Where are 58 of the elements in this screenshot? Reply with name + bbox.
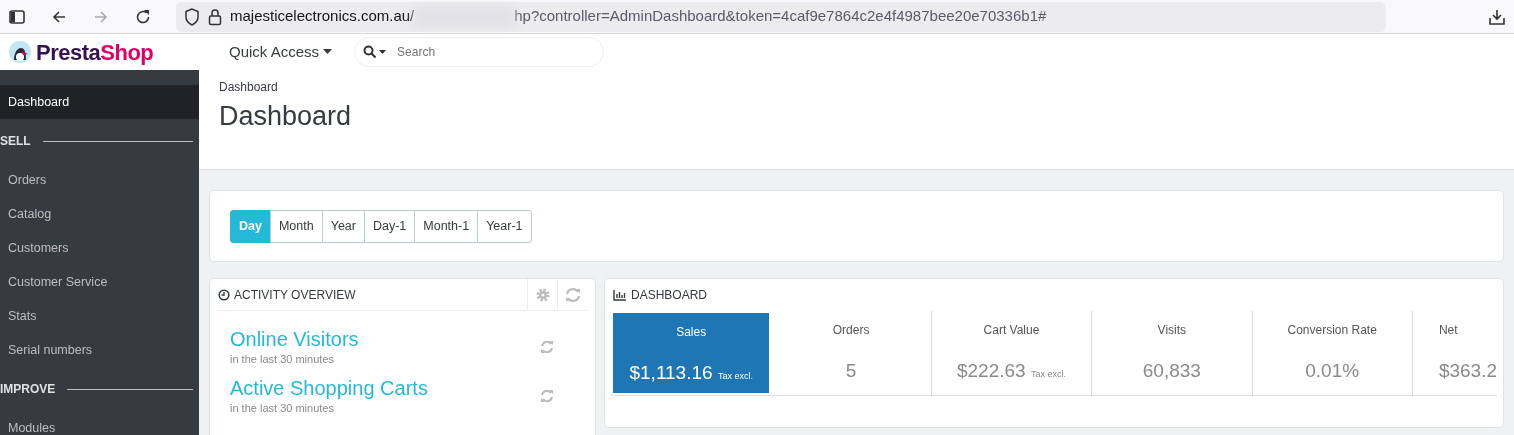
shield-icon <box>184 7 200 26</box>
sidebar-item[interactable]: Catalog <box>0 197 199 231</box>
url-text: hp?controller=AdminDashboard&token=4caf9e7864c2e4f4987bee20e70336b1# <box>514 6 1047 27</box>
kpi-value: $363.2 <box>1438 360 1497 381</box>
download-icon[interactable] <box>1488 7 1506 26</box>
kpi-label: Visits <box>1156 322 1188 339</box>
reload-icon[interactable] <box>134 7 152 26</box>
sidebar-item[interactable]: Stats <box>0 299 199 333</box>
tax-note: Tax excl. <box>1030 369 1066 379</box>
refresh-icon <box>563 287 582 304</box>
kpi-label: Sales <box>675 324 708 341</box>
search-icon[interactable] <box>363 45 388 59</box>
settings-icon <box>534 287 551 304</box>
quick-access-menu[interactable]: Quick Access <box>223 39 339 65</box>
period-button[interactable]: Year-1 <box>477 210 532 243</box>
kpi-label: Net <box>1438 322 1459 339</box>
section-heading: SELL <box>0 133 31 150</box>
kpi-tile[interactable]: Visits 60,833 <box>1092 311 1253 395</box>
kpi-tile[interactable]: Sales $1,113.16 Tax excl. <box>611 311 772 395</box>
sidebar-item[interactable]: Modules <box>0 411 199 435</box>
sidebar-item[interactable]: Customer Service <box>0 265 199 299</box>
sidebar-item[interactable]: Customers <box>0 231 199 265</box>
kpi-label: Cart Value <box>982 322 1041 339</box>
brand-logo[interactable]: PrestaShop <box>36 35 154 69</box>
kpi-label: Conversion Rate <box>1286 322 1378 339</box>
metric-subtitle: in the last 30 minutes <box>230 400 335 416</box>
bar-chart-icon <box>613 289 627 301</box>
sidebar-item[interactable]: Serial numbers <box>0 333 199 367</box>
address-bar[interactable]: majesticelectronics.com.au/ hp?controller=AdminDashboard&token=4caf9e7864c2e4f4987bee20e70336b1# <box>176 1 1386 32</box>
period-button[interactable]: Month <box>269 210 323 243</box>
url-text: majesticelectronics.com.au/ <box>230 6 415 27</box>
sidebar-item[interactable]: Orders <box>0 163 199 197</box>
sidebar-toggle-icon[interactable] <box>8 7 26 26</box>
kpi-tile[interactable]: Conversion Rate 0.01% <box>1252 311 1413 395</box>
kpi-tile[interactable]: Cart Value $222.63 Tax excl. <box>931 311 1093 395</box>
kpi-value: 60,833 <box>1142 360 1201 381</box>
period-button[interactable]: Year <box>321 210 365 243</box>
clock-icon <box>218 288 230 301</box>
tax-note: Tax excl. <box>717 371 753 381</box>
breadcrumb-link[interactable]: Dashboard <box>219 78 1514 96</box>
panel-title: ACTIVITY OVERVIEW <box>234 286 356 304</box>
period-button[interactable]: Month-1 <box>414 210 479 243</box>
period-button[interactable]: Day-1 <box>363 210 416 243</box>
metric-subtitle: in the last 30 minutes <box>230 352 335 367</box>
kpi-tile[interactable]: Orders 5 <box>771 311 932 395</box>
section-heading: IMPROVE <box>0 381 56 398</box>
kpi-label: Orders <box>831 322 871 339</box>
puffin-logo-icon <box>8 40 32 64</box>
kpi-value: $1,113.16 <box>629 362 713 383</box>
caret-icon <box>323 49 333 55</box>
kpi-value: $222.63 <box>956 360 1026 381</box>
sidebar-item[interactable]: Dashboard <box>0 85 199 119</box>
kpi-value: 5 <box>845 360 857 381</box>
panel-title: DASHBOARD <box>631 287 707 304</box>
page-title: Dashboard <box>219 100 353 133</box>
lock-icon <box>208 7 222 26</box>
kpi-tile[interactable]: Net $363.2 <box>1412 311 1497 395</box>
kpi-value: 0.01% <box>1305 360 1360 381</box>
